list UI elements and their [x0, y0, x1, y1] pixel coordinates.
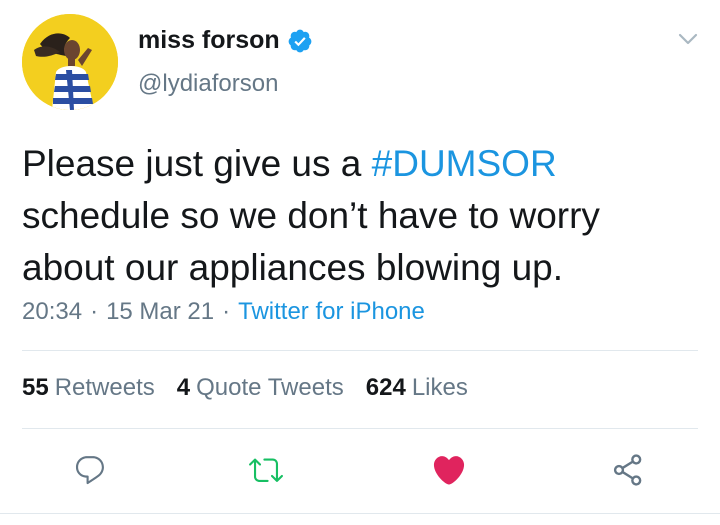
display-name[interactable]: miss forson [138, 26, 280, 55]
share-icon [613, 454, 642, 486]
user-handle[interactable]: @lydiaforson [138, 70, 278, 98]
like-button[interactable] [429, 450, 469, 490]
quote-tweets-count: 4 [176, 374, 191, 401]
tweet-date[interactable]: 15 Mar 21 [106, 298, 214, 325]
retweets-count: 55 [22, 374, 49, 401]
reply-icon [75, 456, 104, 485]
retweet-button[interactable] [246, 450, 286, 490]
divider [22, 428, 698, 429]
meta-separator: · [90, 298, 99, 325]
retweets-stat[interactable]: 55 Retweets [22, 374, 155, 402]
bottom-divider [0, 513, 720, 514]
likes-count: 624 [365, 374, 406, 401]
like-icon [433, 456, 465, 485]
chevron-down-icon[interactable] [677, 28, 699, 50]
tweet-time[interactable]: 20:34 [22, 298, 82, 325]
divider [22, 350, 698, 351]
name-row[interactable]: miss forson [138, 26, 313, 55]
avatar-photo [22, 14, 118, 110]
quote-tweets-label: Quote Tweets [196, 374, 344, 401]
tweet-text-part: Please just give us a [22, 143, 372, 184]
tweet-stats: 55 Retweets 4 Quote Tweets 624 Likes [22, 374, 490, 402]
likes-stat[interactable]: 624 Likes [366, 374, 468, 402]
hashtag-link[interactable]: #DUMSOR [372, 143, 557, 184]
tweet-text: Please just give us a #DUMSOR schedule s… [22, 138, 702, 294]
tweet-source-link[interactable]: Twitter for iPhone [238, 298, 425, 325]
retweets-label: Retweets [54, 374, 155, 401]
quote-tweets-stat[interactable]: 4 Quote Tweets [177, 374, 344, 402]
avatar[interactable] [22, 14, 118, 110]
reply-button[interactable] [70, 450, 110, 490]
share-button[interactable] [608, 450, 648, 490]
tweet-meta: 20:34 · 15 Mar 21 · Twitter for iPhone [22, 298, 425, 326]
likes-label: Likes [411, 374, 468, 401]
retweet-icon [249, 458, 283, 482]
verified-badge-icon [287, 28, 313, 54]
meta-separator: · [222, 298, 231, 325]
tweet-text-part: schedule so we don’t have to worry about… [22, 195, 600, 288]
